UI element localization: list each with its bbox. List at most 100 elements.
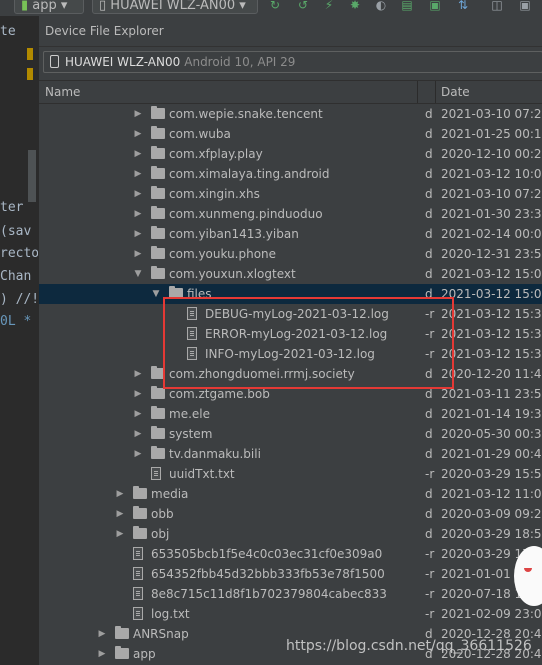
row-date: 2020-12-10 00:26 xyxy=(441,147,542,161)
sync-icon[interactable]: ⇅ xyxy=(456,0,470,12)
expand-right-icon[interactable]: ▶ xyxy=(97,644,107,664)
tree-folder-row[interactable]: ▶ com.yiban1413.yiban d 2021-02-14 00:07 xyxy=(39,224,542,244)
row-name: 653505bcb1f5e4c0c03ec31cf0e309a0 xyxy=(151,547,383,561)
tree-folder-row[interactable]: ▶ me.ele d 2021-01-14 19:36 xyxy=(39,404,542,424)
apply-code-changes-icon[interactable]: ⚡ xyxy=(322,0,336,12)
expand-right-icon[interactable]: ▶ xyxy=(133,124,143,144)
folder-icon xyxy=(151,226,165,239)
run-config-selector[interactable]: ▮ app ▾ xyxy=(14,0,84,14)
tree-file-row[interactable]: 653505bcb1f5e4c0c03ec31cf0e309a0 -r 2020-0… xyxy=(39,544,542,564)
expand-right-icon[interactable]: ▶ xyxy=(133,384,143,404)
row-permissions: d xyxy=(425,267,433,281)
tree-folder-row[interactable]: ▶ com.wuba d 2021-01-25 00:10 xyxy=(39,124,542,144)
tree-folder-row[interactable]: ▶ com.xunmeng.pinduoduo d 2021-01-30 23:32 xyxy=(39,204,542,224)
tree-folder-row[interactable]: ▶ obj d 2020-03-29 18:55 xyxy=(39,524,542,544)
tree-file-row[interactable]: uuidTxt.txt -r 2020-03-29 15:55 xyxy=(39,464,542,484)
device-dropdown[interactable]: HUAWEI WLZ-AN00 Android 10, API 29 xyxy=(43,51,542,73)
code-line: recto xyxy=(0,246,38,261)
attach-debugger-icon[interactable]: ▤ xyxy=(400,0,414,12)
tree-file-row[interactable]: 8e8c715c11d8f1b702379804cabec833 -r 2020-0… xyxy=(39,584,542,604)
column-header: Name Date xyxy=(39,80,542,104)
row-date: 2020-05-30 00:32 xyxy=(441,427,542,441)
expand-right-icon[interactable]: ▶ xyxy=(133,364,143,384)
column-divider[interactable] xyxy=(435,81,436,103)
rerun-icon[interactable]: ↻ xyxy=(268,0,282,12)
profile-icon[interactable]: ◐ xyxy=(374,0,388,12)
row-permissions: d xyxy=(425,507,433,521)
sdk-manager-icon[interactable]: ▣ xyxy=(518,0,532,12)
folder-icon xyxy=(151,186,165,199)
device-selector[interactable]: ▯ HUAWEI WLZ-AN00 ▾ xyxy=(92,0,258,14)
tree-folder-row[interactable]: ▼ com.youxun.xlogtext d 2021-03-12 15:06 xyxy=(39,264,542,284)
device-info: Android 10, API 29 xyxy=(184,55,296,69)
expand-right-icon[interactable]: ▶ xyxy=(133,184,143,204)
expand-down-icon[interactable]: ▼ xyxy=(133,264,143,284)
tree-folder-row[interactable]: ▶ com.xingin.xhs d 2021-03-10 07:29 xyxy=(39,184,542,204)
tree-folder-row[interactable]: ▶ com.wepie.snake.tencent d 2021-03-10 07:2… xyxy=(39,104,542,124)
row-permissions: d xyxy=(425,147,433,161)
row-date: 2021-01-14 19:36 xyxy=(441,407,542,421)
change-marker xyxy=(27,68,33,80)
expand-right-icon[interactable]: ▶ xyxy=(133,424,143,444)
row-date: 2021-03-12 11:00 xyxy=(441,487,542,501)
tree-folder-row[interactable]: ▶ com.ximalaya.ting.android d 2021-03-12 10… xyxy=(39,164,542,184)
code-line: ) //! xyxy=(0,292,38,307)
row-name: ANRSnap xyxy=(133,627,189,641)
row-name: obb xyxy=(151,507,174,521)
chevron-down-icon: ▾ xyxy=(239,0,246,13)
tree-folder-row[interactable]: ▶ com.youku.phone d 2020-12-31 23:56 xyxy=(39,244,542,264)
expand-right-icon[interactable]: ▶ xyxy=(133,404,143,424)
expand-right-icon[interactable]: ▶ xyxy=(133,144,143,164)
tree-file-row[interactable]: log.txt -r 2021-02-09 23:01 xyxy=(39,604,542,624)
row-date: 2020-12-31 23:56 xyxy=(441,247,542,261)
tree-folder-row[interactable]: ▶ tv.danmaku.bili d 2021-01-29 00:49 xyxy=(39,444,542,464)
row-date: 2020-12-20 11:40 xyxy=(441,367,542,381)
debug-icon[interactable]: ✸ xyxy=(348,0,362,12)
row-permissions: -r xyxy=(425,607,435,621)
expand-right-icon[interactable]: ▶ xyxy=(97,624,107,644)
column-divider[interactable] xyxy=(417,81,418,103)
row-permissions: d xyxy=(425,407,433,421)
apply-changes-icon[interactable]: ↺ xyxy=(296,0,310,12)
avd-manager-icon[interactable]: ◫ xyxy=(490,0,504,12)
expand-right-icon[interactable]: ▶ xyxy=(133,244,143,264)
file-icon xyxy=(133,587,143,600)
folder-icon xyxy=(133,486,147,499)
editor-scrollbar[interactable] xyxy=(28,150,36,202)
row-permissions: d xyxy=(425,447,433,461)
expand-right-icon[interactable]: ▶ xyxy=(115,524,125,544)
folder-icon xyxy=(151,266,165,279)
code-editor[interactable]: te ter (sav recto Chan ) //! 0L * xyxy=(0,16,38,665)
expand-right-icon[interactable]: ▶ xyxy=(133,104,143,124)
expand-right-icon[interactable]: ▶ xyxy=(133,204,143,224)
tree-folder-row[interactable]: ▶ media d 2021-03-12 11:00 xyxy=(39,484,542,504)
expand-right-icon[interactable]: ▶ xyxy=(115,504,125,524)
column-name[interactable]: Name xyxy=(45,81,80,103)
row-name: com.wuba xyxy=(169,127,231,141)
row-name: com.xfplay.play xyxy=(169,147,263,161)
expand-right-icon[interactable]: ▶ xyxy=(133,224,143,244)
expand-right-icon[interactable]: ▶ xyxy=(133,444,143,464)
expand-right-icon[interactable]: ▶ xyxy=(115,484,125,504)
column-date[interactable]: Date xyxy=(441,81,470,103)
row-name: log.txt xyxy=(151,607,190,621)
folder-icon xyxy=(151,426,165,439)
row-name: uuidTxt.txt xyxy=(169,467,235,481)
row-permissions: d xyxy=(425,127,433,141)
tree-file-row[interactable]: 654352fbb45d32bbb333fb53e78f1500 -r 2021-0… xyxy=(39,564,542,584)
tree-folder-row[interactable]: ▶ com.xfplay.play d 2020-12-10 00:26 xyxy=(39,144,542,164)
row-date: 2021-03-12 15:39 xyxy=(441,327,542,341)
code-line: Chan xyxy=(0,269,32,284)
device-name: HUAWEI WLZ-AN00 xyxy=(65,55,181,69)
expand-down-icon[interactable]: ▼ xyxy=(151,284,161,304)
row-permissions: -r xyxy=(425,467,435,481)
row-permissions: d xyxy=(425,107,433,121)
folder-icon xyxy=(151,446,165,459)
tree-folder-row[interactable]: ▶ system d 2020-05-30 00:32 xyxy=(39,424,542,444)
code-line: 0L * xyxy=(0,314,32,329)
stop-icon[interactable]: ▣ xyxy=(428,0,442,12)
file-icon xyxy=(133,567,143,580)
expand-right-icon[interactable]: ▶ xyxy=(133,164,143,184)
tree-folder-row[interactable]: ▶ obb d 2020-03-09 09:24 xyxy=(39,504,542,524)
folder-icon xyxy=(115,626,129,639)
